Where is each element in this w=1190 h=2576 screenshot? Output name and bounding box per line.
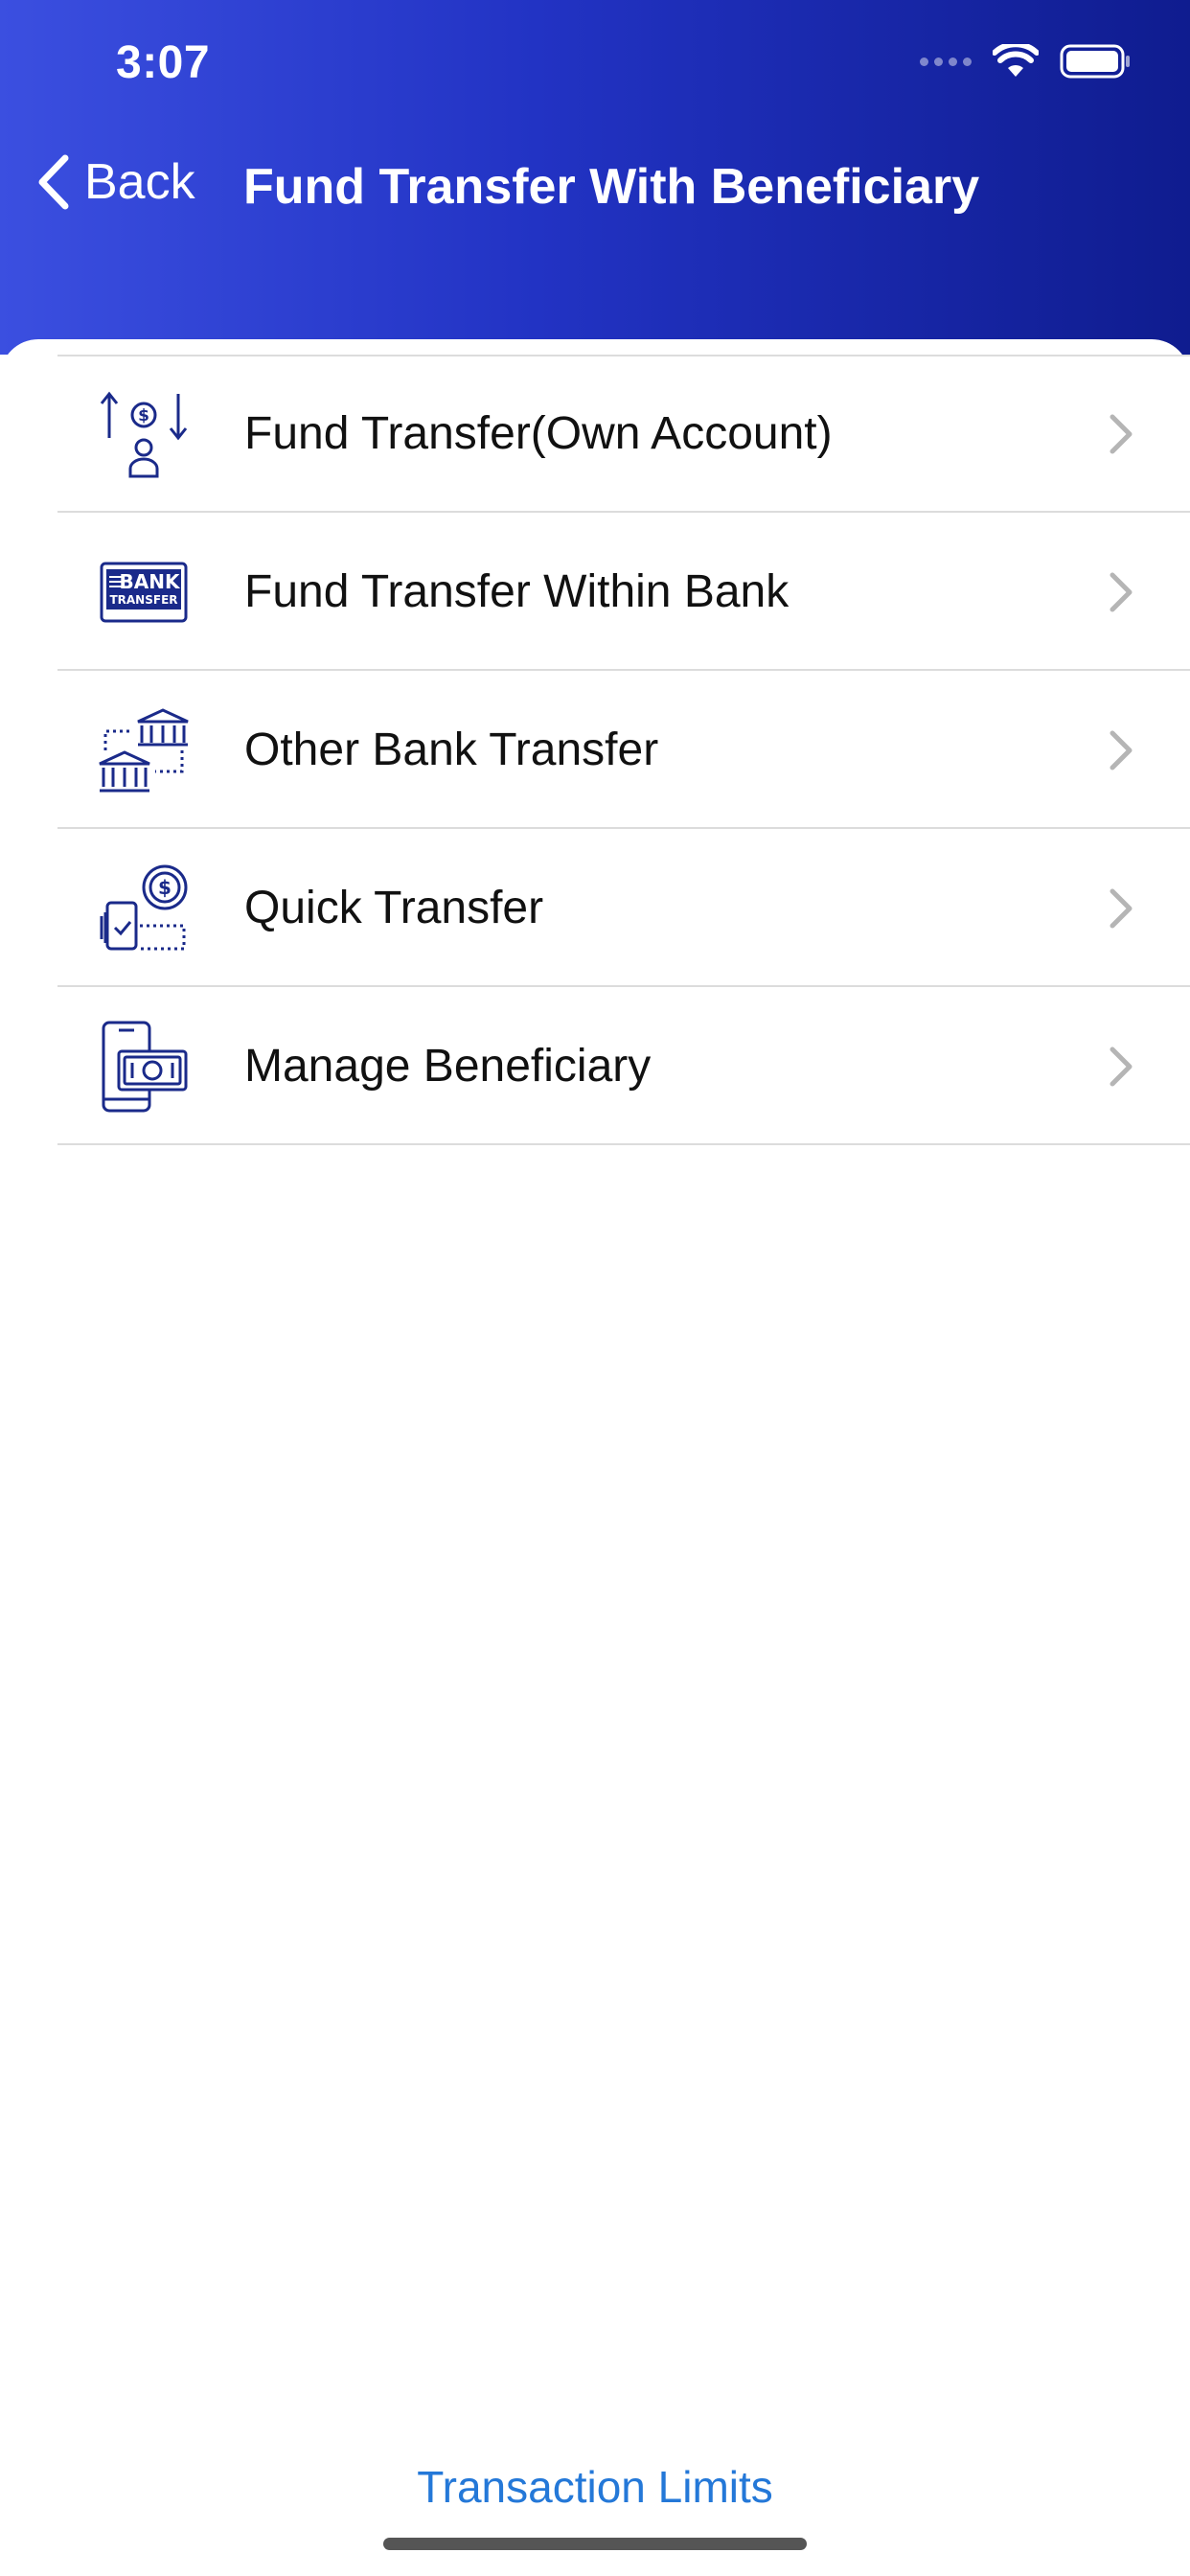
menu-item-other-bank-transfer[interactable]: Other Bank Transfer [0,671,1190,829]
menu-item-fund-transfer-within-bank[interactable]: BANK TRANSFER Fund Transfer Within Bank [0,513,1190,671]
chevron-right-icon [1110,414,1133,453]
chevron-right-icon [1110,1046,1133,1086]
back-button[interactable]: Back [36,153,195,211]
menu-item-quick-transfer[interactable]: $ Quick Transfer [0,829,1190,987]
menu-item-label: Quick Transfer [244,883,544,933]
menu-item-fund-transfer-own-account[interactable]: $ Fund Transfer(Own Account) [0,355,1190,513]
back-label: Back [84,154,195,210]
quick-transfer-icon: $ [96,861,192,956]
header-bar: 3:07 Back Fund Transfer With Beneficiary [0,0,1190,355]
transaction-limits-link[interactable]: Transaction Limits [0,2461,1190,2513]
chevron-right-icon [1110,888,1133,928]
menu-item-label: Fund Transfer Within Bank [244,566,790,617]
svg-text:TRANSFER: TRANSFER [109,593,177,607]
menu-item-label: Other Bank Transfer [244,724,659,775]
menu-list: $ Fund Transfer(Own Account) BANK TRANSF… [0,355,1190,1145]
status-time: 3:07 [116,37,211,88]
fund-transfer-own-account-icon: $ [96,386,192,482]
chevron-right-icon [1110,572,1133,611]
svg-text:$: $ [138,406,149,426]
svg-text:BANK: BANK [120,570,181,593]
menu-item-label: Manage Beneficiary [244,1041,652,1092]
cellular-signal-icon [920,57,972,66]
status-icons [920,44,1133,79]
other-bank-transfer-icon [96,702,192,798]
chevron-left-icon [38,154,69,210]
manage-beneficiary-icon [96,1019,192,1115]
svg-text:$: $ [158,876,172,899]
menu-item-label: Fund Transfer(Own Account) [244,408,833,459]
battery-icon [1060,44,1130,79]
content-sheet: $ Fund Transfer(Own Account) BANK TRANSF… [0,339,1190,2576]
chevron-right-icon [1110,730,1133,770]
bank-transfer-icon: BANK TRANSFER [96,544,192,640]
page-title: Fund Transfer With Beneficiary [243,159,980,215]
wifi-icon [993,44,1039,77]
menu-item-manage-beneficiary[interactable]: Manage Beneficiary [0,987,1190,1145]
home-indicator[interactable] [383,2538,807,2550]
